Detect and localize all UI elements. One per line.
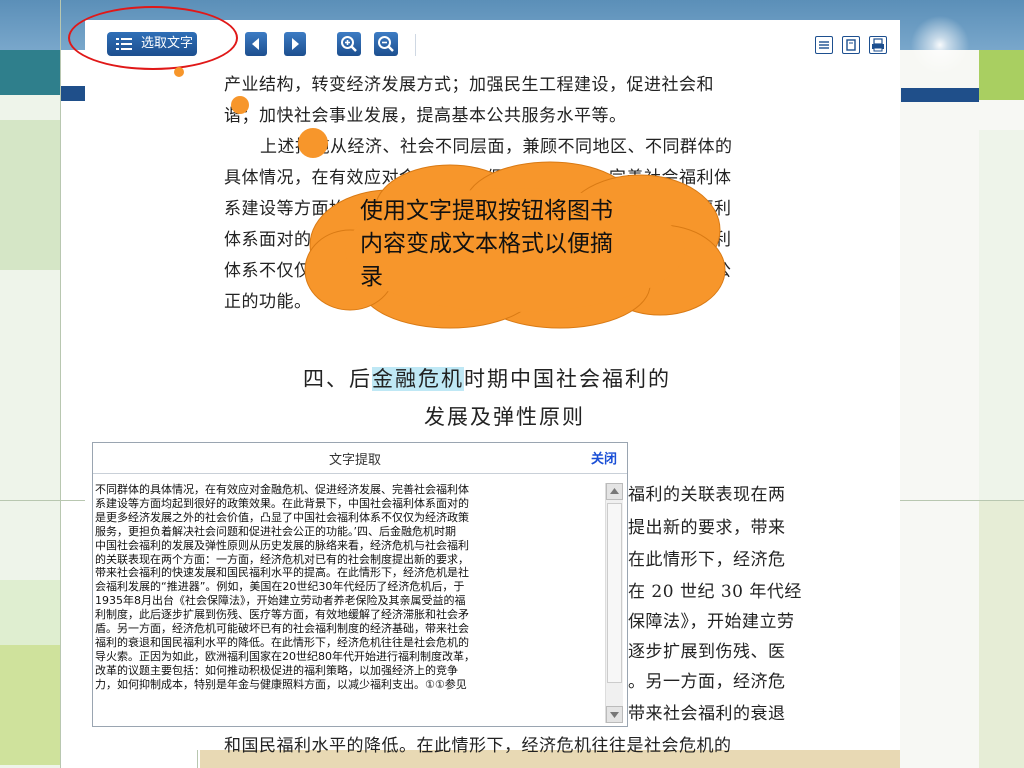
extracted-text-line: 导火索。正因为如此，欧洲福利国家在20世纪80年代开始进行福利制度改革， (95, 649, 475, 663)
next-page-button[interactable] (284, 32, 306, 56)
extracted-text-line: 力，如何抑制成本，特别是年金与健康照料方面，以减少福利支出。①①参见 (95, 677, 467, 691)
single-page-view-icon[interactable] (815, 36, 833, 54)
extracted-text-line: 是更多经济发展之外的社会价值，凸显了中国社会福利体系不仅仅为经济政策 (95, 510, 469, 524)
page-text-line: 和国民福利水平的降低。在此情形下，经济危机往往是社会危机的 (224, 736, 732, 756)
right-decor-block-bottom (979, 500, 1024, 768)
arrow-down-icon (610, 712, 619, 718)
extracted-text-line: 利制度，此后逐步扩展到伤残、医疗等方面，有效地缓解了经济滞胀和社会矛 (95, 608, 469, 622)
zoom-out-icon (378, 36, 394, 52)
extracted-text-line: 福利的衰退和国民福利水平的降低。在此情形下，经济危机往往是社会危机的 (95, 635, 469, 649)
prev-page-button[interactable] (245, 32, 267, 56)
extracted-text-line: 的关联表现在两个方面：一方面，经济危机对已有的社会制度提出新的要求， (95, 552, 469, 566)
page-text-line: 产业结构，转变经济发展方式；加强民生工程建设，促进社会和 (224, 75, 714, 95)
arrow-right-icon (292, 38, 299, 50)
right-decor-block-mid (979, 130, 1024, 500)
extracted-text-line: 中国社会福利的发展及弹性原则从历史发展的脉络来看，经济危机与社会福利 (95, 538, 469, 552)
print-icon[interactable] (869, 36, 887, 54)
section-heading-line1: 四、后金融危机时期中国社会福利的 (303, 363, 671, 393)
page-text-fragment: 保障法》，开始建立劳 (628, 612, 795, 632)
page-text-line: 正的功能。 (224, 292, 312, 312)
scroll-down-button[interactable] (606, 706, 623, 723)
callout-bubble-dot (174, 67, 184, 77)
page-text-fragment: 在此情形下，经济危 (628, 550, 786, 570)
decor-divider (60, 0, 61, 768)
text-extraction-panel: 文字提取 关闭 不同群体的具体情况，在有效应对金融危机、促进经济发展、完善社会福… (92, 442, 628, 727)
full-page-view-icon[interactable] (842, 36, 860, 54)
panel-header: 文字提取 关闭 (93, 443, 627, 474)
section-heading-line2: 发展及弹性原则 (424, 405, 585, 429)
extracted-text-line: 不同群体的具体情况，在有效应对金融危机、促进经济发展、完善社会福利体 (95, 483, 469, 496)
extracted-text-line: 盾。另一方面，经济危机可能破坏已有的社会福利制度的经济基础，带来社会 (95, 622, 469, 636)
extracted-text-line: 改革的议题主要包括：如何推动积极促进的福利策略，以加强经济上的竞争 (95, 663, 458, 677)
zoom-in-button[interactable] (337, 32, 361, 56)
extracted-text-line: 带来社会福利的快速发展和国民福利水平的提高。在此情形下，经济危机是社 (95, 566, 469, 580)
page-text-fragment: 。另一方面，经济危 (628, 672, 786, 692)
sparkle-decoration (900, 10, 980, 80)
close-button[interactable]: 关闭 (591, 448, 617, 467)
scroll-up-button[interactable] (606, 483, 623, 500)
panel-scrollbar[interactable] (605, 483, 623, 723)
zoom-in-icon (341, 36, 357, 52)
callout-bubble-dot (231, 96, 249, 114)
page-text-fragment: 在 20 世纪 30 年代经 (628, 582, 802, 602)
extracted-text-area[interactable]: 不同群体的具体情况，在有效应对金融危机、促进经济发展、完善社会福利体 系建设等方… (95, 483, 603, 723)
scrollbar-thumb[interactable] (607, 503, 622, 683)
heading-suffix: 时期中国社会福利的 (464, 367, 671, 391)
callout-bubble-dot (298, 128, 328, 158)
decor-divider (900, 500, 1024, 501)
extracted-text-line: 会福利发展的“推进器”。例如，美国在20世纪30年代经历了经济危机后，于 (95, 580, 465, 594)
extracted-text-line: 系建设等方面均起到很好的政策效果。在此背景下，中国社会福利体系面对的 (95, 496, 469, 510)
heading-prefix: 四、后 (303, 367, 372, 391)
page-text-fragment: 福利的关联表现在两 (628, 485, 786, 505)
extracted-text-line: 服务，更担负着解决社会问题和促进社会公正的功能。’四、后金融危机时期 (95, 524, 456, 538)
highlighted-term: 金融危机 (372, 367, 464, 391)
left-decor-block-mid (0, 120, 60, 270)
page-text-fragment: 带来社会福利的衰退 (628, 704, 786, 724)
page-text-line: 上述措施从经济、社会不同层面，兼顾不同地区、不同群体的 (260, 137, 733, 157)
arrow-left-icon (252, 38, 259, 50)
toolbar-separator (415, 34, 416, 56)
arrow-up-icon (610, 488, 619, 494)
callout-text: 使用文字提取按钮将图书内容变成文本格式以便摘录 (360, 198, 613, 290)
page-text-line: 谐；加快社会事业发展，提高基本公共服务水平等。 (224, 106, 627, 126)
page-text-fragment: 逐步扩展到伤残、医 (628, 642, 786, 662)
panel-title: 文字提取 (329, 453, 382, 468)
extracted-text-line: 1935年8月出台《社会保障法》，开始建立劳动者养老保险及其亲属受益的福 (95, 594, 466, 608)
left-decor-block-bottom (0, 645, 60, 765)
highlight-oval (68, 6, 238, 70)
right-accent-bar (901, 88, 979, 102)
zoom-out-button[interactable] (374, 32, 398, 56)
left-accent-bar (60, 86, 85, 101)
page-text-fragment: 提出新的要求，带来 (628, 518, 786, 538)
